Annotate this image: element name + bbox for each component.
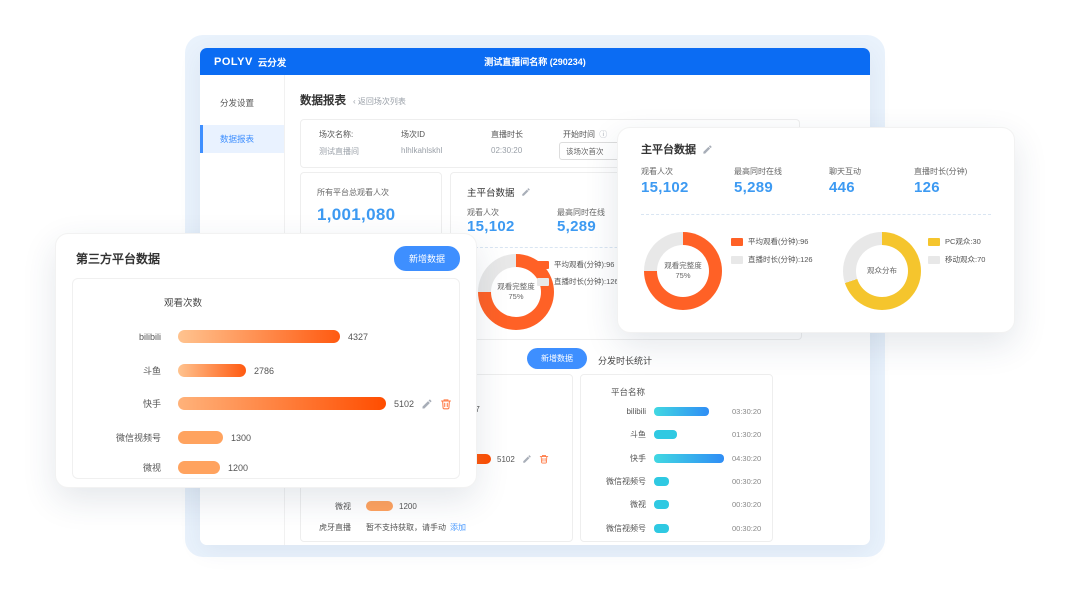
third-party-title: 第三方平台数据 xyxy=(76,250,160,267)
legend-item: 移动观众:70 xyxy=(928,254,985,265)
main-platform-overlay-card: 主平台数据 观看人次 15,102 最高同时在线 5,289 聊天互动 446 … xyxy=(617,127,1015,333)
info-icon[interactable]: ⓘ xyxy=(599,130,607,139)
bar-row: 斗鱼 01:30:20 xyxy=(581,427,772,441)
bar xyxy=(654,430,677,439)
stat-label: 观看人次 xyxy=(467,207,515,218)
back-to-session-list-link[interactable]: ‹ 返回场次列表 xyxy=(353,96,406,107)
bar-row: 微信视频号 1300 xyxy=(73,430,459,445)
bar xyxy=(654,524,669,533)
bar-row: 微视 1200 xyxy=(301,499,572,513)
column-header: 观看次数 xyxy=(164,295,202,309)
divider xyxy=(641,214,991,215)
edit-icon[interactable] xyxy=(521,187,531,197)
bar xyxy=(178,461,220,474)
page-title: 数据报表 xyxy=(300,92,346,108)
bar-row: 微视 00:30:20 xyxy=(581,497,772,511)
huya-note-row: 虎牙直播 暂不支持获取，请手动 添加 xyxy=(319,522,572,533)
bar-row: 微视 1200 xyxy=(73,460,459,475)
main-platform-title: 主平台数据 xyxy=(467,185,515,199)
bar-row: 快手 04:30:20 xyxy=(581,451,772,465)
duration-panel: 平台名称 bilibili 03:30:20 斗鱼 01:30:20 快手 04… xyxy=(580,374,773,542)
bar-row: bilibili 4327 xyxy=(73,329,459,344)
delete-icon[interactable] xyxy=(539,454,549,464)
bar xyxy=(178,397,386,410)
stat-value: 15,102 xyxy=(467,218,515,235)
tab-duration-stats[interactable]: 分发时长统计 xyxy=(598,354,652,367)
legend-item: 平均观看(分钟):96 xyxy=(731,236,808,247)
stat-label: 最高同时在线 xyxy=(557,207,605,218)
stat-value: 5,289 xyxy=(557,218,605,235)
completion-donut: 观看完整度75% xyxy=(644,232,722,310)
bar-row: 微信视频号 00:30:20 xyxy=(581,521,772,535)
stat-value: 5,289 xyxy=(734,179,782,196)
column-header: 平台名称 xyxy=(611,386,645,398)
bar xyxy=(178,364,246,377)
session-id: 场次ID hlhlkahlskhl xyxy=(401,120,442,167)
add-manually-link[interactable]: 添加 xyxy=(450,522,466,533)
stat-value: 446 xyxy=(829,179,861,196)
legend-item: 直播时长(分钟):126 xyxy=(731,254,813,265)
bar xyxy=(366,501,393,511)
edit-icon[interactable] xyxy=(421,398,433,410)
delete-icon[interactable] xyxy=(440,398,452,410)
bar xyxy=(654,500,669,509)
room-title: 测试直播间名称 (290234) xyxy=(200,55,870,68)
legend-item: PC观众:30 xyxy=(928,236,981,247)
bar xyxy=(654,454,724,463)
add-data-button[interactable]: 新增数据 xyxy=(527,348,587,369)
third-party-overlay-card: 第三方平台数据 新增数据 观看次数 bilibili 4327 斗鱼 2786 … xyxy=(55,233,477,488)
edit-icon[interactable] xyxy=(522,454,532,464)
stat-value: 126 xyxy=(914,179,967,196)
bar-row: 快手 5102 xyxy=(73,396,459,411)
bar xyxy=(654,477,669,486)
legend-item: 平均观看(分钟):96 xyxy=(537,259,614,270)
app-header: 测试直播间名称 (290234) POLYV 云分发 xyxy=(200,48,870,75)
legend-item: 直播时长(分钟):126 xyxy=(537,276,619,287)
total-views-label: 所有平台总观看人次 xyxy=(317,187,389,198)
sidebar-item-data-report[interactable]: 数据报表 xyxy=(200,125,284,153)
bar-row: 斗鱼 2786 xyxy=(73,363,459,378)
main-platform-title: 主平台数据 xyxy=(641,141,696,157)
bar xyxy=(178,431,223,444)
session-duration: 直播时长 02:30:20 xyxy=(491,120,523,167)
bar-row: bilibili 03:30:20 xyxy=(581,404,772,418)
stat-value: 15,102 xyxy=(641,179,689,196)
sidebar-item-distribution-settings[interactable]: 分发设置 xyxy=(200,89,284,117)
total-views-value: 1,001,080 xyxy=(317,205,395,225)
add-data-button[interactable]: 新增数据 xyxy=(394,246,460,271)
stat-label: 直播时长(分钟) xyxy=(914,166,967,177)
stat-label: 聊天互动 xyxy=(829,166,861,177)
views-chart-panel: 观看次数 bilibili 4327 斗鱼 2786 快手 5102 微信视频号 xyxy=(72,278,460,479)
bar xyxy=(178,330,340,343)
stat-label: 最高同时在线 xyxy=(734,166,782,177)
stat-label: 观看人次 xyxy=(641,166,689,177)
edit-icon[interactable] xyxy=(702,144,713,155)
bar xyxy=(654,407,709,416)
bar-row: 微信视频号 00:30:20 xyxy=(581,474,772,488)
session-name: 场次名称: 测试直播间 xyxy=(319,120,359,167)
audience-donut: 观众分布 xyxy=(843,232,921,310)
